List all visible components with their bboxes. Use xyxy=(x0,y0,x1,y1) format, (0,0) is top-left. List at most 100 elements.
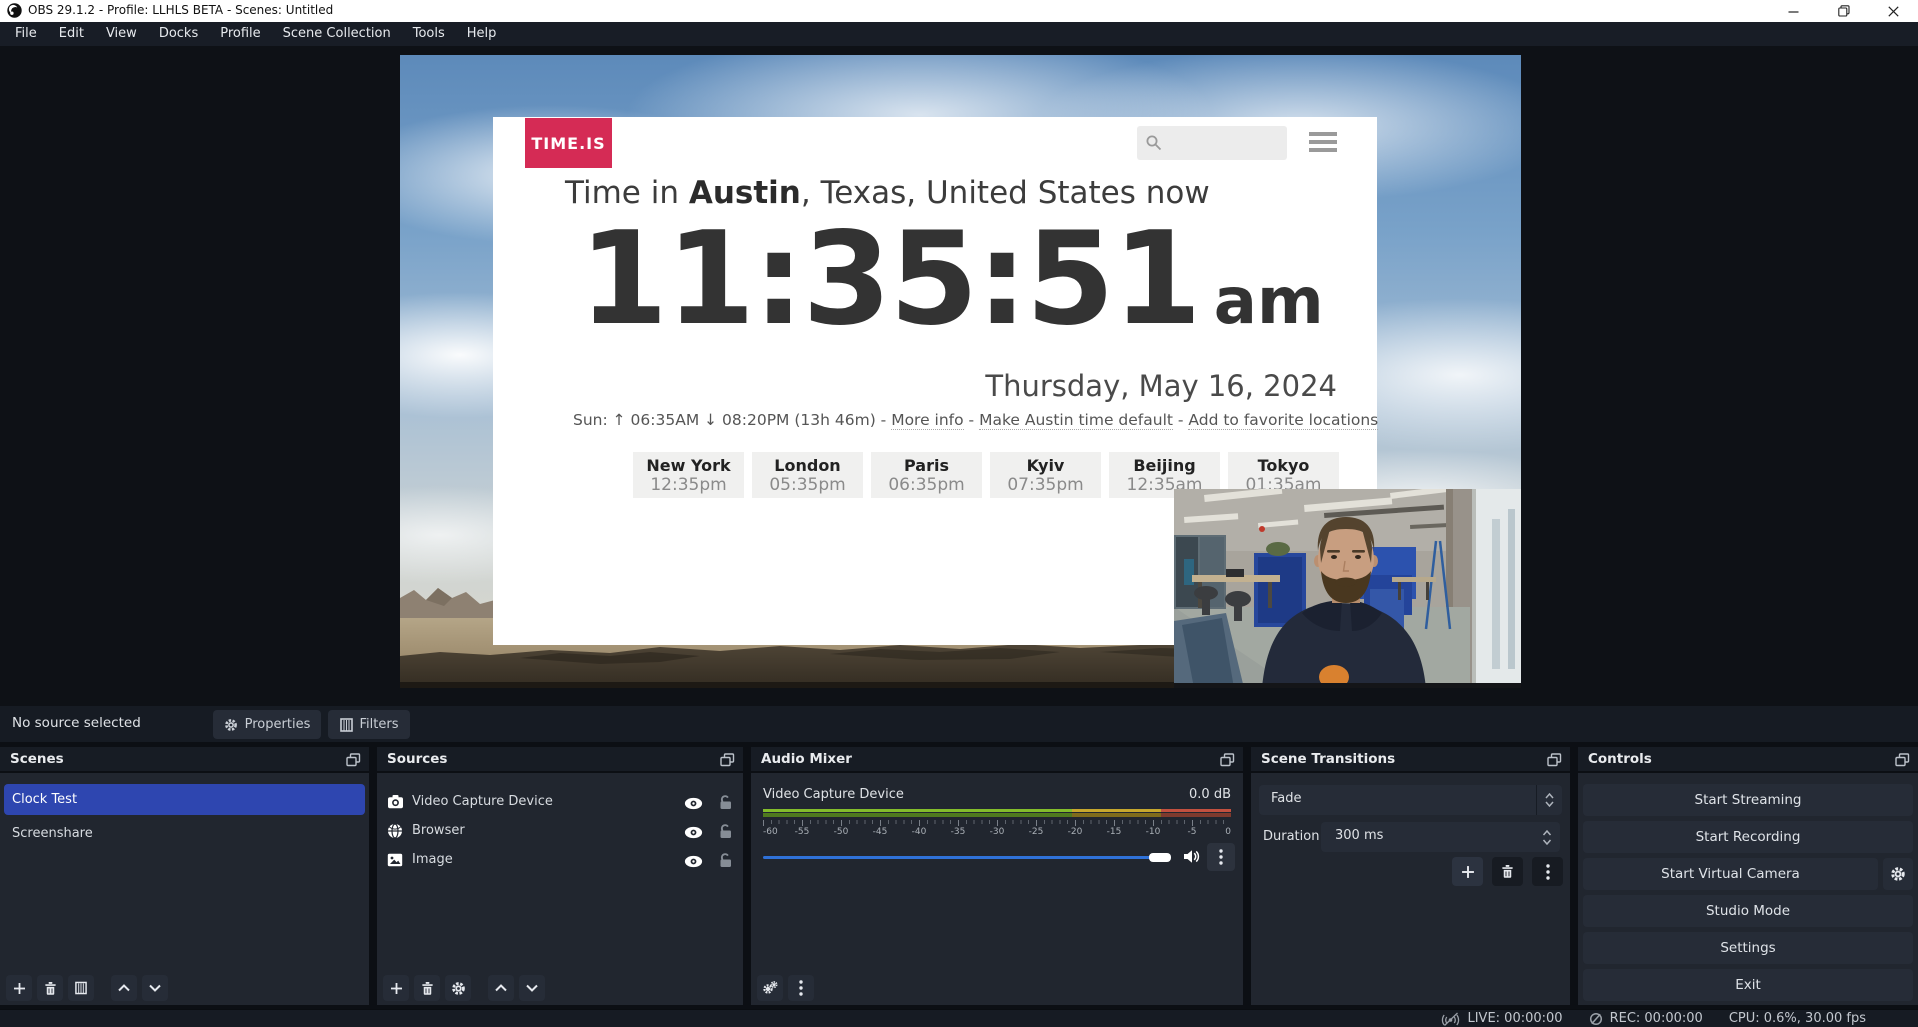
scene-label: Clock Test xyxy=(12,792,77,807)
volume-slider-handle[interactable] xyxy=(1149,853,1171,862)
menu-bar: File Edit View Docks Profile Scene Colle… xyxy=(0,22,1918,46)
cpu-fps-stats: CPU: 0.6%, 30.00 fps xyxy=(1729,1011,1866,1026)
duration-spinbox[interactable]: 300 ms xyxy=(1321,822,1560,852)
search-icon xyxy=(1145,134,1163,152)
popout-icon[interactable] xyxy=(1895,753,1910,767)
audio-mixer-title: Audio Mixer xyxy=(761,751,852,767)
plus-icon xyxy=(1461,865,1475,879)
transition-options-button[interactable] xyxy=(1532,857,1563,886)
start-streaming-button[interactable]: Start Streaming xyxy=(1583,784,1913,816)
minimize-button[interactable] xyxy=(1776,0,1810,22)
tick-label: -10 xyxy=(1146,827,1161,837)
menu-docks[interactable]: Docks xyxy=(148,22,209,46)
move-source-down-button[interactable] xyxy=(519,975,545,1001)
menu-scene-collection[interactable]: Scene Collection xyxy=(272,22,402,46)
source-item-browser[interactable]: Browser xyxy=(377,816,743,845)
visibility-eye-icon[interactable] xyxy=(684,797,703,810)
more-info-link[interactable]: More info xyxy=(891,411,963,430)
lock-open-icon[interactable] xyxy=(718,852,733,868)
chevron-up-icon xyxy=(495,984,507,992)
city-kyiv[interactable]: Kyiv 07:35pm xyxy=(990,452,1101,498)
move-scene-down-button[interactable] xyxy=(142,975,168,1001)
city-newyork[interactable]: New York 12:35pm xyxy=(633,452,744,498)
button-label: Start Recording xyxy=(1696,829,1801,845)
popout-icon[interactable] xyxy=(1220,753,1235,767)
kebab-icon xyxy=(799,980,803,996)
studio-mode-button[interactable]: Studio Mode xyxy=(1583,895,1913,927)
start-virtual-camera-button[interactable]: Start Virtual Camera xyxy=(1583,858,1878,890)
virtual-camera-config-button[interactable] xyxy=(1883,858,1913,890)
sun-times: Sun: ↑ 06:35AM ↓ 08:20PM (13h 46m) - xyxy=(573,411,891,429)
menu-profile[interactable]: Profile xyxy=(209,22,271,46)
scenes-dock-header[interactable]: Scenes xyxy=(0,747,369,773)
source-properties-button[interactable] xyxy=(445,975,471,1001)
settings-button[interactable]: Settings xyxy=(1583,932,1913,964)
remove-source-button[interactable] xyxy=(414,975,440,1001)
lock-open-icon[interactable] xyxy=(718,794,733,810)
sources-dock-title: Sources xyxy=(387,751,447,767)
trash-icon xyxy=(43,981,58,996)
visibility-eye-icon[interactable] xyxy=(684,826,703,839)
timeis-logo[interactable]: TIME.IS xyxy=(525,118,612,168)
source-item-image[interactable]: Image xyxy=(377,845,743,874)
sources-dock: Sources Video Capture Device xyxy=(377,747,743,1005)
popout-icon[interactable] xyxy=(1547,753,1562,767)
scene-item-clock-test[interactable]: Clock Test xyxy=(4,784,365,815)
duration-spin-arrows[interactable] xyxy=(1542,822,1552,852)
start-recording-button[interactable]: Start Recording xyxy=(1583,821,1913,853)
remove-transition-button[interactable] xyxy=(1492,857,1523,886)
audio-mixer-header[interactable]: Audio Mixer xyxy=(751,747,1243,773)
popout-icon[interactable] xyxy=(720,753,735,767)
restore-button[interactable] xyxy=(1827,0,1861,22)
remove-scene-button[interactable] xyxy=(37,975,63,1001)
visibility-eye-icon[interactable] xyxy=(684,855,703,868)
speaker-icon[interactable] xyxy=(1183,849,1200,864)
plus-icon xyxy=(390,982,403,995)
controls-header[interactable]: Controls xyxy=(1578,747,1918,773)
controls-title: Controls xyxy=(1588,751,1652,767)
source-item-video-capture[interactable]: Video Capture Device xyxy=(377,787,743,816)
city-london[interactable]: London 05:35pm xyxy=(752,452,863,498)
scene-item-screenshare[interactable]: Screenshare xyxy=(12,821,93,845)
menu-help[interactable]: Help xyxy=(456,22,508,46)
obs-window: OBS 29.1.2 - Profile: LLHLS BETA - Scene… xyxy=(0,0,1918,1027)
trash-icon xyxy=(1500,864,1515,879)
title-bar: OBS 29.1.2 - Profile: LLHLS BETA - Scene… xyxy=(0,0,1918,22)
move-scene-up-button[interactable] xyxy=(111,975,137,1001)
audio-mixer-dock: Audio Mixer Video Capture Device 0.0 dB … xyxy=(751,747,1243,1005)
mixer-options-button[interactable] xyxy=(1207,843,1235,871)
meter-major-ticks xyxy=(763,820,1231,826)
add-favorite-link[interactable]: Add to favorite locations xyxy=(1188,411,1378,430)
clock-time: 11:35:51 xyxy=(579,213,1200,347)
add-scene-button[interactable] xyxy=(6,975,32,1001)
mixer-menu-button[interactable] xyxy=(788,975,814,1001)
exit-button[interactable]: Exit xyxy=(1583,969,1913,1001)
scene-filters-button[interactable] xyxy=(68,975,94,1001)
menu-edit[interactable]: Edit xyxy=(48,22,95,46)
transition-select-arrows[interactable] xyxy=(1536,785,1562,815)
city-paris[interactable]: Paris 06:35pm xyxy=(871,452,982,498)
search-input[interactable] xyxy=(1137,126,1287,160)
filters-button[interactable]: Filters xyxy=(328,710,410,739)
lock-open-icon[interactable] xyxy=(718,823,733,839)
preview-canvas[interactable]: TIME.IS Time in Austin, Texas, United St… xyxy=(400,55,1521,688)
city-name: Paris xyxy=(871,456,982,475)
add-source-button[interactable] xyxy=(383,975,409,1001)
move-source-up-button[interactable] xyxy=(488,975,514,1001)
add-transition-button[interactable] xyxy=(1452,857,1483,886)
menu-tools[interactable]: Tools xyxy=(402,22,456,46)
button-label: Start Virtual Camera xyxy=(1661,866,1800,882)
make-default-link[interactable]: Make Austin time default xyxy=(979,411,1173,430)
hamburger-menu-icon[interactable] xyxy=(1309,132,1337,152)
menu-file[interactable]: File xyxy=(4,22,48,46)
advanced-audio-button[interactable] xyxy=(757,975,783,1001)
popout-icon[interactable] xyxy=(346,753,361,767)
menu-view[interactable]: View xyxy=(95,22,148,46)
volume-slider[interactable] xyxy=(763,856,1171,859)
properties-button[interactable]: Properties xyxy=(213,710,321,739)
transition-select[interactable]: Fade xyxy=(1259,785,1562,815)
sources-dock-header[interactable]: Sources xyxy=(377,747,743,773)
close-button[interactable] xyxy=(1876,0,1910,22)
transitions-header[interactable]: Scene Transitions xyxy=(1251,747,1570,773)
duration-label: Duration xyxy=(1263,829,1319,844)
